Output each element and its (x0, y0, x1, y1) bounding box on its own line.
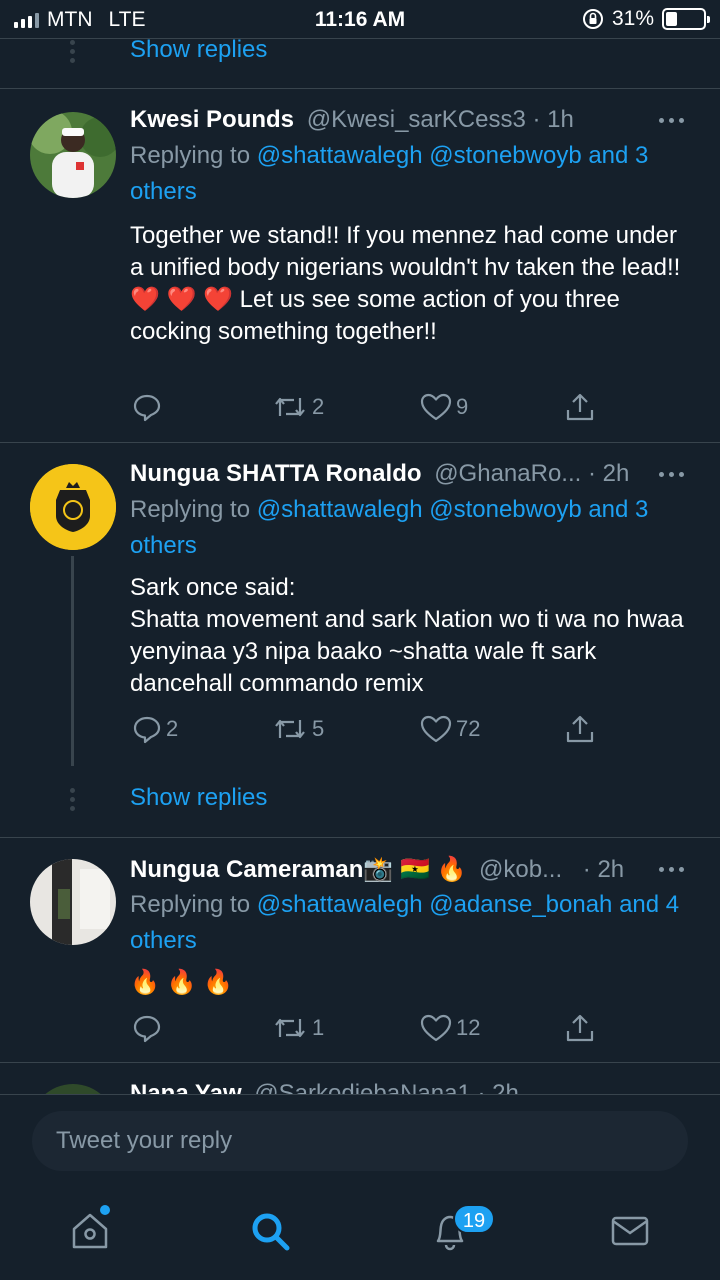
replying-prefix: Replying to (130, 891, 251, 918)
share-icon (566, 393, 594, 421)
avatar[interactable] (30, 859, 116, 945)
replying-to: Replying to @shattawalegh @stonebwoyb an… (130, 492, 700, 564)
tweet-header: Nungua SHATTA Ronaldo @GhanaRo... · 2h (130, 460, 690, 490)
share-button[interactable] (564, 1013, 596, 1043)
like-count: 12 (456, 1015, 481, 1040)
mail-icon (611, 1216, 649, 1246)
show-replies-row: Show replies (0, 782, 720, 822)
battery-icon (662, 8, 710, 30)
avatar-image (30, 112, 116, 198)
display-name[interactable]: Kwesi Pounds (130, 106, 294, 133)
battery-percent: 31% (611, 7, 654, 30)
retweet-count: 5 (312, 716, 325, 741)
retweet-icon (275, 719, 305, 739)
retweet-button[interactable]: 5 (272, 714, 324, 744)
bottom-bar: Tweet your reply (0, 1094, 720, 1280)
tweet[interactable]: Nungua SHATTA Ronaldo @GhanaRo... · 2h R… (0, 442, 720, 837)
display-name[interactable]: Nungua SHATTA Ronaldo (130, 460, 422, 487)
avatar-image (30, 859, 116, 945)
replying-prefix: Replying to (130, 142, 251, 169)
battery-fill (666, 12, 678, 26)
retweet-button[interactable]: 1 (272, 1013, 324, 1043)
like-button[interactable]: 9 (420, 392, 468, 422)
share-icon (566, 1014, 594, 1042)
show-replies-link[interactable]: Show replies (130, 36, 267, 64)
reply-input[interactable]: Tweet your reply (32, 1111, 688, 1171)
share-button[interactable] (564, 714, 596, 744)
replying-prefix: Replying to (130, 496, 251, 523)
retweet-count: 1 (312, 1015, 325, 1040)
replying-to: Replying to @shattawalegh @adanse_bonah … (130, 887, 700, 959)
show-replies-row: Show replies (0, 34, 720, 74)
more-icon[interactable] (659, 867, 684, 872)
tweet-text: 🔥 🔥 🔥 (130, 969, 233, 996)
thread-dots-icon (70, 788, 76, 815)
tab-messages[interactable] (600, 1201, 660, 1261)
reply-button[interactable] (132, 392, 166, 422)
tweet-text: Together we stand!! If you mennez had co… (130, 222, 681, 345)
timestamp: · 2h (587, 460, 630, 487)
tweet-actions: 2 5 72 (130, 714, 600, 748)
heart-icon (420, 715, 452, 743)
like-button[interactable]: 12 (420, 1013, 480, 1043)
more-icon[interactable] (659, 472, 684, 477)
handle[interactable]: @kob... (479, 856, 562, 883)
timestamp: · 2h (582, 856, 625, 883)
thread-line (71, 556, 74, 766)
display-name[interactable]: Nungua Cameraman📸 🇬🇭 🔥 (130, 856, 466, 883)
tweet-text-line: Sark once said: (130, 574, 296, 601)
retweet-button[interactable]: 2 (272, 392, 324, 422)
reply-button[interactable]: 2 (132, 714, 178, 744)
tweet-header: Nungua Cameraman📸 🇬🇭 🔥 @kob... · 2h (130, 855, 690, 885)
tweet-text: Sark once said: Shatta movement and sark… (130, 572, 690, 700)
thread-dots-icon (70, 40, 76, 67)
heart-icon (420, 393, 452, 421)
show-replies-link[interactable]: Show replies (130, 784, 267, 812)
retweet-count: 2 (312, 394, 325, 419)
like-count: 9 (456, 394, 469, 419)
tweet-actions: 1 12 (130, 1013, 600, 1047)
tweet-actions: 2 9 (130, 392, 600, 426)
like-button[interactable]: 72 (420, 714, 480, 744)
retweet-icon (275, 397, 305, 417)
search-icon (252, 1213, 290, 1251)
status-right: 31% (582, 7, 710, 31)
orientation-lock-icon (582, 9, 603, 29)
replying-to: Replying to @shattawalegh @stonebwoyb an… (130, 138, 700, 210)
like-count: 72 (456, 716, 481, 741)
more-icon[interactable] (659, 118, 684, 123)
reply-button[interactable] (132, 1013, 166, 1043)
share-icon (566, 715, 594, 743)
tab-search[interactable] (240, 1201, 300, 1261)
tweet-header: Kwesi Pounds @Kwesi_sarKCess3 · 1h (130, 106, 690, 136)
tweet[interactable]: Kwesi Pounds @Kwesi_sarKCess3 · 1h Reply… (0, 88, 720, 442)
home-icon (72, 1213, 108, 1249)
avatar-image (30, 464, 116, 550)
tab-home[interactable] (60, 1201, 120, 1261)
tweet-text-line: Shatta movement and sark Nation wo ti wa… (130, 606, 684, 697)
home-new-dot (100, 1205, 110, 1215)
notifications-badge: 19 (453, 1204, 495, 1234)
reply-count: 2 (166, 716, 179, 741)
retweet-icon (275, 1018, 305, 1038)
tweet[interactable]: Nungua Cameraman📸 🇬🇭 🔥 @kob... · 2h Repl… (0, 837, 720, 1062)
timestamp: · 1h (532, 106, 574, 133)
avatar[interactable] (30, 464, 116, 550)
heart-icon (420, 1014, 452, 1042)
avatar[interactable] (30, 112, 116, 198)
handle[interactable]: @GhanaRo... (434, 460, 581, 487)
share-button[interactable] (564, 392, 596, 422)
reply-icon (133, 716, 161, 744)
handle[interactable]: @Kwesi_sarKCess3 (307, 106, 526, 133)
reply-icon (133, 394, 161, 422)
reply-icon (133, 1015, 161, 1043)
